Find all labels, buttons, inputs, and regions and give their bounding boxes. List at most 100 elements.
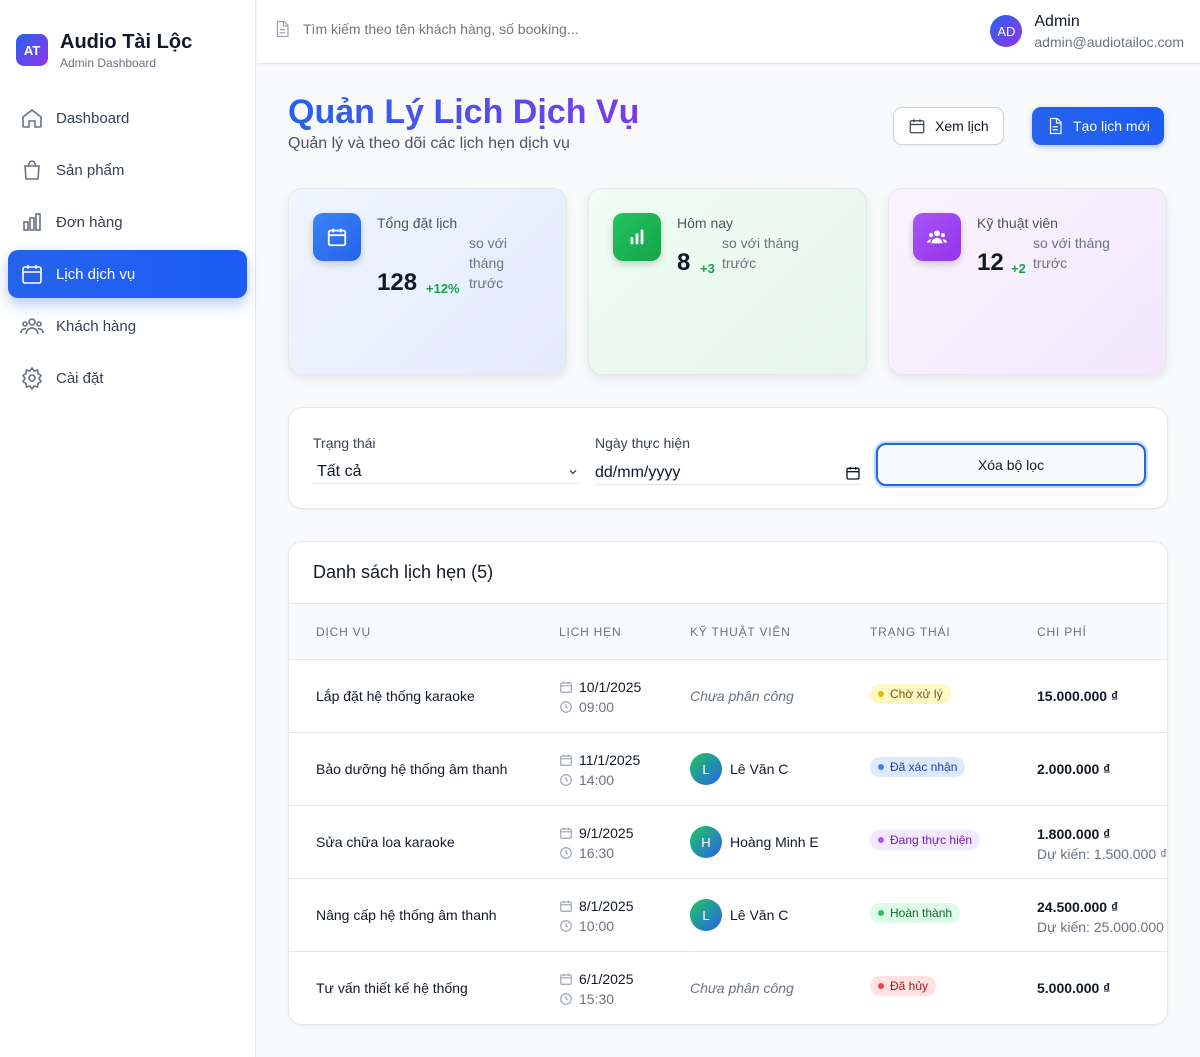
chevron-down-icon <box>569 469 577 474</box>
technician: L Lê Văn C <box>690 753 788 785</box>
table-row[interactable]: Nâng cấp hệ thống âm thanh 8/1/2025 10:0… <box>289 879 1168 952</box>
user-email: admin@audiotailoc.com <box>1034 34 1184 50</box>
sidebar-item-customers[interactable]: Khách hàng <box>8 302 247 350</box>
status-dot <box>878 910 884 916</box>
service-name: Tư vấn thiết kế hệ thống <box>316 980 468 996</box>
stat-note: so với tháng trước <box>469 235 507 291</box>
booking-date: 9/1/2025 <box>579 825 634 841</box>
schedule: 8/1/2025 10:00 <box>559 896 634 936</box>
status-text: Hoàn thành <box>890 906 953 920</box>
stat-value: 128 <box>377 269 418 296</box>
date-filter-label: Ngày thực hiện <box>595 435 690 451</box>
status-text: Chờ xử lý <box>890 687 943 701</box>
shopping-bag-icon <box>24 160 40 180</box>
column-header-schedule[interactable]: LỊCH HẸN <box>559 625 621 639</box>
status-badge: Đang thực hiện <box>870 830 981 850</box>
stat-label: Hôm nay <box>677 215 734 231</box>
service-name: Lắp đặt hệ thống karaoke <box>316 688 475 704</box>
technician-avatar: L <box>690 899 722 931</box>
page-subtitle: Quản lý và theo dõi các lịch hẹn dịch vụ <box>288 135 570 152</box>
bar-chart-icon <box>630 229 644 245</box>
schedule: 9/1/2025 16:30 <box>559 823 634 863</box>
users-icon <box>926 230 948 244</box>
cost-estimate: Dự kiến: 25.000.000 ₫ <box>1037 919 1168 935</box>
sidebar-item-orders[interactable]: Đơn hàng <box>8 198 247 246</box>
column-header-cost[interactable]: CHI PHÍ <box>1037 625 1087 639</box>
gear-icon <box>21 366 43 390</box>
schedule: 11/1/2025 14:00 <box>559 750 640 790</box>
booking-date: 6/1/2025 <box>579 971 634 987</box>
status-text: Đã hủy <box>890 979 929 993</box>
clear-filters-button[interactable]: Xóa bộ lọc <box>876 443 1146 486</box>
create-booking-button[interactable]: Tạo lịch mới <box>1032 107 1164 145</box>
stat-card-today: Hôm nay 8 +3 so với tháng trước <box>588 188 867 375</box>
service-name: Bảo dưỡng hệ thống âm thanh <box>316 761 508 777</box>
status-dot <box>878 691 884 697</box>
sidebar-item-dashboard[interactable]: Dashboard <box>8 94 247 142</box>
status-select-value: Tất cả <box>317 462 362 480</box>
booking-time: 10:00 <box>579 918 615 934</box>
booking-date: 8/1/2025 <box>579 898 634 914</box>
stat-icon <box>313 213 361 261</box>
stat-value: 12 <box>977 249 1004 276</box>
sidebar-item-label: Khách hàng <box>56 317 137 335</box>
calendar-icon[interactable] <box>845 465 861 481</box>
search-bar[interactable] <box>273 20 703 38</box>
sidebar-item-label: Dashboard <box>56 109 130 127</box>
status-dot <box>878 837 884 843</box>
column-header-status[interactable]: TRẠNG THÁI <box>870 625 950 639</box>
column-header-service[interactable]: DỊCH VỤ <box>316 625 371 639</box>
technician: H Hoàng Minh E <box>690 826 819 858</box>
table-row[interactable]: Lắp đặt hệ thống karaoke 10/1/2025 09:00… <box>289 660 1167 733</box>
brand[interactable]: AT Audio Tài Lộc Admin Dashboard <box>0 0 255 78</box>
stat-note: so với tháng trước <box>722 235 799 271</box>
search-input[interactable] <box>303 21 703 37</box>
cost: 5.000.000 ₫ <box>1037 980 1111 996</box>
column-header-technician[interactable]: KỸ THUẬT VIÊN <box>690 625 791 639</box>
status-badge: Chờ xử lý <box>870 684 951 704</box>
status-dot <box>878 983 884 989</box>
sidebar-item-label: Lịch dịch vụ <box>56 265 136 283</box>
view-calendar-button[interactable]: Xem lịch <box>893 107 1004 145</box>
bookings-table: Danh sách lịch hẹn (5) DỊCH VỤ LỊCH HẸN … <box>288 541 1168 1025</box>
stat-change: +3 <box>700 261 715 276</box>
sidebar-item-settings[interactable]: Cài đặt <box>8 354 247 402</box>
status-badge: Hoàn thành <box>870 903 961 923</box>
cost: 1.800.000 ₫ Dự kiến: 1.500.000 ₫ <box>1037 824 1167 864</box>
calendar-icon <box>22 265 42 284</box>
sidebar-item-products[interactable]: Sản phẩm <box>8 146 247 194</box>
cost: 24.500.000 ₫ Dự kiến: 25.000.000 ₫ <box>1037 897 1168 937</box>
stat-change: +2 <box>1011 261 1026 276</box>
status-dot <box>878 764 884 770</box>
stat-icon <box>913 213 961 261</box>
main-content: Quản Lý Lịch Dịch Vụ Quản lý và theo dõi… <box>257 64 1200 1057</box>
cost-estimate: Dự kiến: 1.500.000 ₫ <box>1037 846 1168 862</box>
schedule: 10/1/2025 09:00 <box>559 677 641 717</box>
filter-panel: Trạng thái Tất cả Ngày thực hiện dd/mm/y… <box>288 407 1168 509</box>
status-select[interactable]: Tất cả <box>313 460 579 484</box>
booking-time: 16:30 <box>579 845 615 861</box>
technician-avatar: H <box>690 826 722 858</box>
calendar-icon <box>560 754 572 766</box>
stat-card-technicians: Kỹ thuật viên 12 +2 so với tháng trước <box>888 188 1167 375</box>
status-badge: Đã xác nhận <box>870 757 966 777</box>
table-row[interactable]: Bảo dưỡng hệ thống âm thanh 11/1/2025 14… <box>289 733 1167 806</box>
technician-name: Lê Văn C <box>730 907 789 923</box>
technician-name: Hoàng Minh E <box>730 834 819 850</box>
table-title: Danh sách lịch hẹn (5) <box>313 562 494 582</box>
service-name: Nâng cấp hệ thống âm thanh <box>316 907 497 923</box>
table-row[interactable]: Sửa chữa loa karaoke 9/1/2025 16:30 H Hoà… <box>289 806 1167 879</box>
technician-avatar: L <box>690 753 722 785</box>
status-badge: Đã hủy <box>870 976 937 996</box>
user-menu[interactable]: AD Admin admin@audiotailoc.com <box>990 12 1184 50</box>
sidebar-item-service-schedule[interactable]: Lịch dịch vụ <box>8 250 247 298</box>
document-icon <box>1049 117 1062 135</box>
status-text: Đã xác nhận <box>890 760 958 774</box>
date-input[interactable]: dd/mm/yyyy <box>595 461 861 485</box>
technician-unassigned: Chưa phân công <box>690 688 794 704</box>
booking-time: 15:30 <box>579 991 615 1007</box>
brand-subtitle: Admin Dashboard <box>60 56 157 70</box>
technician: L Lê Văn C <box>690 899 788 931</box>
sidebar-item-label: Sản phẩm <box>56 161 125 179</box>
table-row[interactable]: Tư vấn thiết kế hệ thống 6/1/2025 15:30 … <box>289 952 1167 1024</box>
